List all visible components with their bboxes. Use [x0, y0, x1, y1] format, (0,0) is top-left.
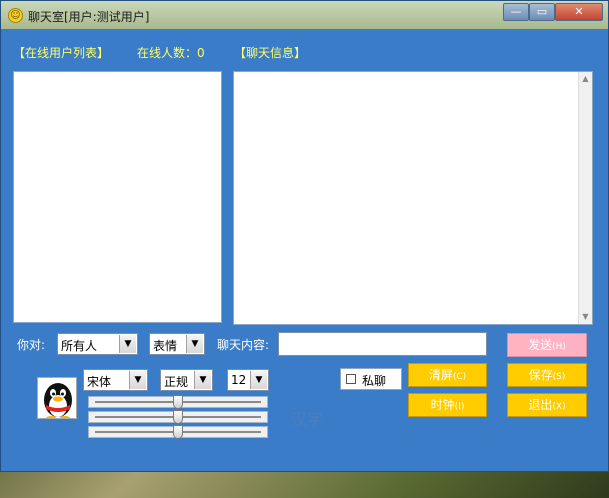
chat-log-scrollbar[interactable]: ▲ ▼	[578, 72, 592, 324]
blue-slider[interactable]	[88, 425, 268, 439]
smiley-icon: ☺	[8, 8, 23, 23]
clock-label: 时钟	[430, 398, 455, 412]
font-family-value: 宋体	[87, 375, 112, 389]
font-size-value: 12	[231, 373, 247, 387]
to-label: 你对:	[17, 338, 46, 352]
font-style-value: 正规	[164, 375, 189, 389]
recipient-select[interactable]: 所有人 ▼	[57, 333, 138, 355]
user-list-label: 【在线用户列表】	[13, 46, 110, 60]
penguin-icon	[44, 383, 72, 418]
minimize-icon: —	[510, 5, 522, 18]
scroll-up-icon[interactable]: ▲	[579, 72, 592, 86]
clear-shortcut: (C)	[452, 372, 467, 382]
maximize-icon: ▭	[536, 5, 548, 18]
slider-thumb[interactable]	[173, 425, 183, 439]
online-user-list[interactable]	[13, 71, 222, 323]
red-slider[interactable]	[88, 395, 268, 409]
emotion-select[interactable]: 表情 ▼	[149, 333, 205, 355]
window-title: 聊天室[用户:测试用户]	[28, 10, 150, 24]
send-button[interactable]: 发送(H)	[507, 333, 587, 357]
exit-shortcut: (X)	[552, 402, 566, 412]
clear-button[interactable]: 清屏(C)	[408, 363, 487, 387]
font-style-select[interactable]: 正规 ▼	[160, 369, 213, 391]
exit-button[interactable]: 退出(X)	[507, 393, 587, 417]
close-button[interactable]: ✕	[555, 3, 603, 21]
send-label: 发送	[528, 338, 553, 352]
content-label: 聊天内容:	[217, 338, 270, 352]
slider-thumb[interactable]	[173, 410, 183, 424]
send-shortcut: (H)	[552, 342, 566, 352]
checkbox-box[interactable]	[346, 374, 356, 384]
save-button[interactable]: 保存(S)	[507, 363, 587, 387]
private-chat-checkbox[interactable]: 私聊	[340, 368, 402, 390]
emotion-value: 表情	[153, 339, 178, 353]
font-size-select[interactable]: 12 ▼	[227, 369, 269, 391]
chevron-down-icon[interactable]: ▼	[129, 371, 146, 389]
clock-button[interactable]: 时钟(I)	[408, 393, 487, 417]
chat-content-input[interactable]	[278, 332, 487, 356]
chevron-down-icon[interactable]: ▼	[250, 371, 267, 389]
penguin-avatar-icon[interactable]	[37, 377, 77, 419]
title-bar[interactable]: ☺ 聊天室[用户:测试用户] — ▭ ✕	[1, 1, 608, 29]
maximize-button[interactable]: ▭	[529, 3, 555, 21]
private-chat-label: 私聊	[362, 374, 387, 388]
font-preview: 汉字	[291, 410, 324, 429]
chat-window: ☺ 聊天室[用户:测试用户] — ▭ ✕ 【在线用户列表】 在线人数：0 【聊天…	[0, 0, 609, 472]
clock-shortcut: (I)	[454, 402, 465, 412]
chevron-down-icon[interactable]: ▼	[119, 335, 136, 353]
close-icon: ✕	[574, 5, 584, 18]
chat-log[interactable]: ▲ ▼	[233, 71, 593, 325]
chat-info-label: 【聊天信息】	[234, 46, 307, 60]
online-count-text: 在线人数：	[137, 46, 198, 60]
online-count-value: 0	[197, 46, 205, 60]
scroll-down-icon[interactable]: ▼	[579, 310, 592, 324]
green-slider[interactable]	[88, 410, 268, 424]
chevron-down-icon[interactable]: ▼	[194, 371, 211, 389]
save-shortcut: (S)	[552, 372, 566, 382]
exit-label: 退出	[528, 398, 553, 412]
recipient-value: 所有人	[61, 339, 98, 353]
chevron-down-icon[interactable]: ▼	[186, 335, 203, 353]
slider-thumb[interactable]	[173, 395, 183, 409]
online-count-label: 在线人数：0	[137, 44, 205, 61]
clear-label: 清屏	[428, 368, 453, 382]
font-family-select[interactable]: 宋体 ▼	[83, 369, 148, 391]
save-label: 保存	[528, 368, 553, 382]
minimize-button[interactable]: —	[503, 3, 529, 21]
